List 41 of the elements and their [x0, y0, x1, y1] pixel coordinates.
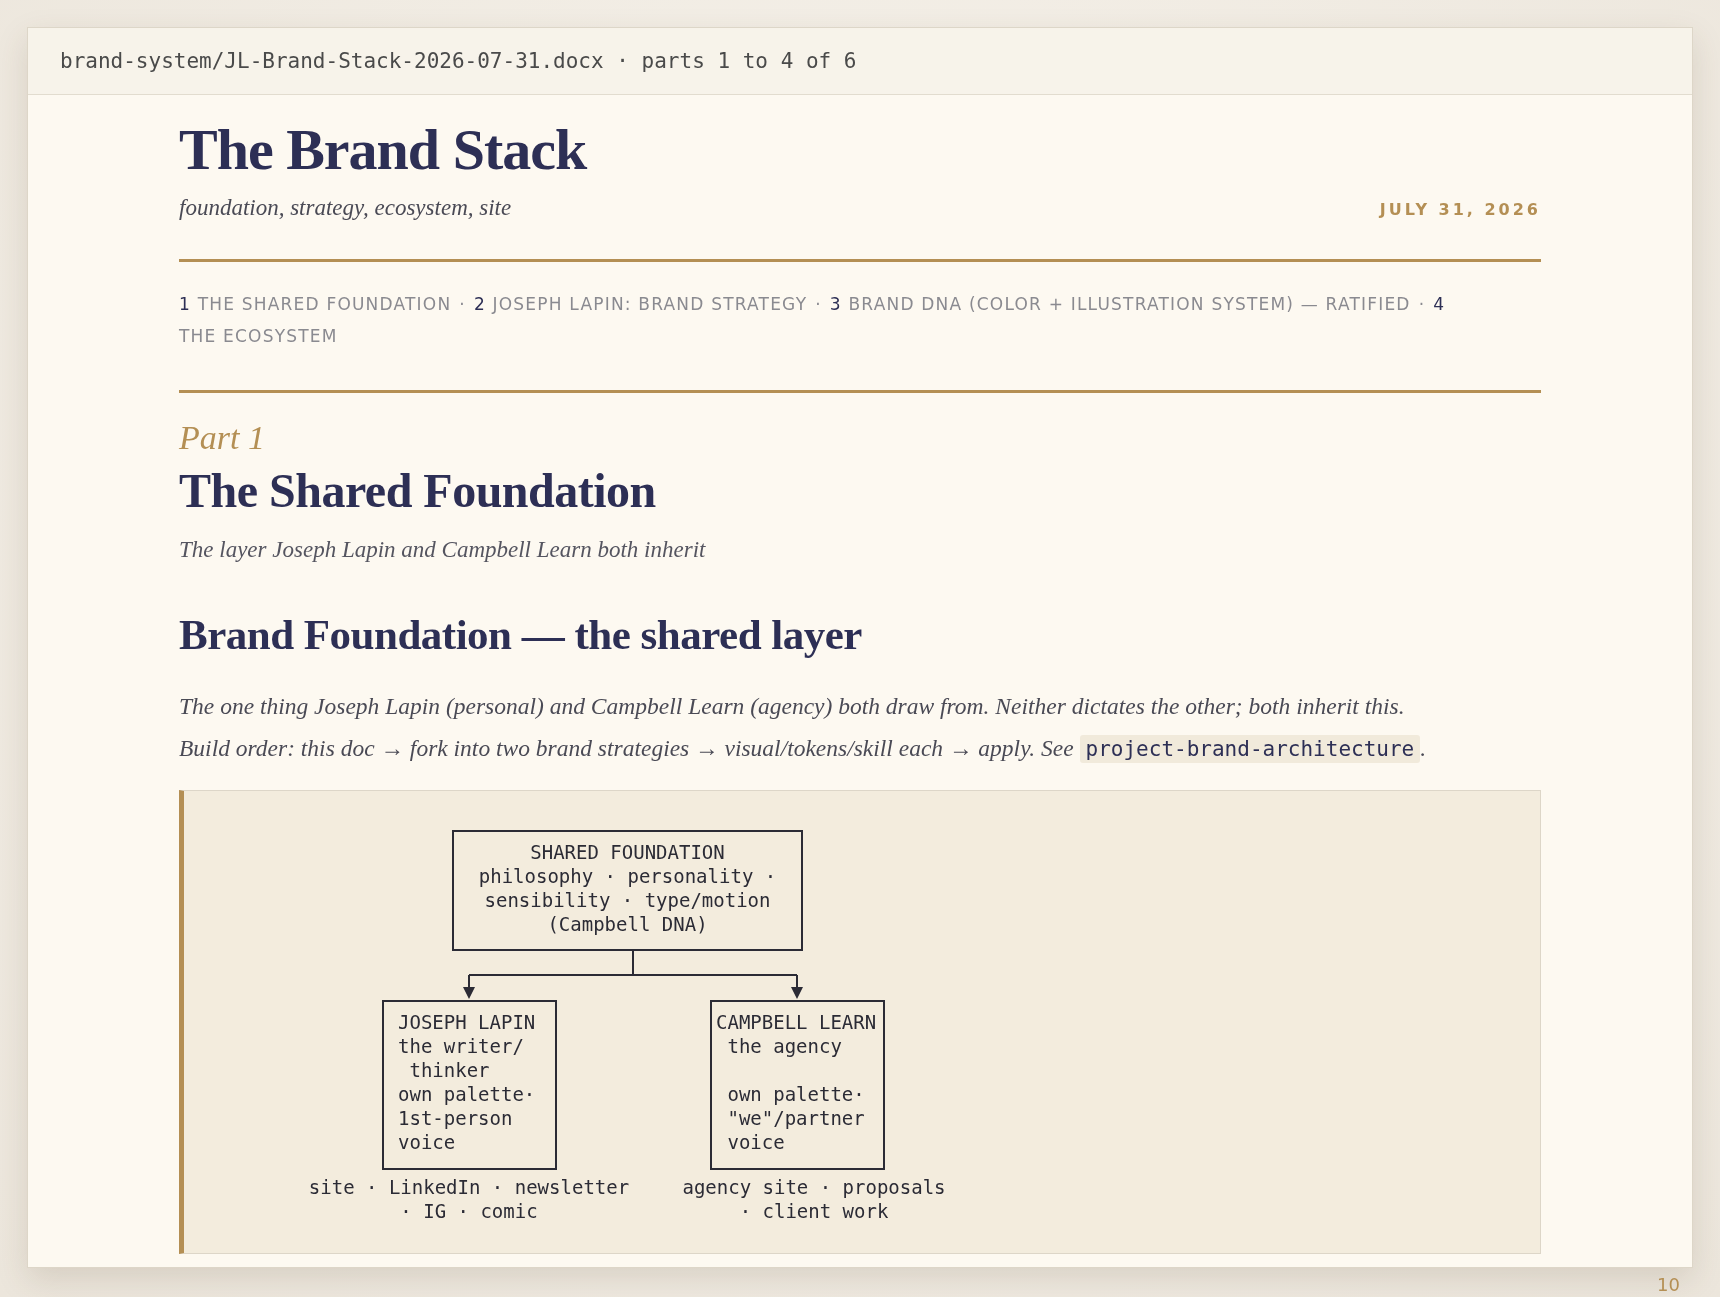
document-date: JULY 31, 2026 [1379, 200, 1541, 219]
document-subtitle: foundation, strategy, ecosystem, site [179, 195, 512, 221]
node-text: the writer/ [398, 1034, 525, 1058]
node-caption: site · LinkedIn · newsletter [307, 1175, 631, 1199]
intro-paragraph: The one thing Joseph Lapin (personal) and Campbell Learn (agency) both draw from. Neither dictates the other; both inherit this. Build order: this doc → fork into two brand strategies → visual/tokens/skill each → apply. See project-brand-architecture . [179, 692, 1428, 765]
node-caption: · client work [738, 1199, 890, 1223]
part-label: Part 1 [179, 419, 266, 457]
node-text: own palette· [726, 1082, 866, 1106]
page-number: 10 [1657, 1274, 1680, 1295]
code-link[interactable]: project-brand-architecture [1079, 735, 1421, 763]
node-text: voice [726, 1130, 786, 1154]
node-text: JOSEPH LAPIN [398, 1010, 537, 1034]
node-text: philosophy · personality · [477, 864, 778, 888]
toc-link[interactable]: THE SHARED FOUNDATION [197, 294, 452, 314]
node-text: (Campbell DNA) [546, 912, 709, 936]
node-caption: · IG · comic [399, 1199, 539, 1223]
document-title: The Brand Stack [179, 117, 589, 183]
file-path: brand-system/JL-Brand-Stack-2026-07-31.docx · parts 1 to 4 of 6 [60, 49, 857, 73]
toc-separator: · [1418, 294, 1426, 314]
part-subtitle: The layer Joseph Lapin and Campbell Learn both inherit [179, 537, 707, 563]
node-text: thinker [408, 1058, 491, 1082]
toc-number: 2 [473, 294, 486, 314]
toc-number: 4 [1433, 294, 1446, 314]
toc-link[interactable]: JOSEPH LAPIN: BRAND STRATEGY [492, 294, 808, 314]
node-text: the agency [726, 1034, 843, 1058]
node-text: 1st-person [398, 1106, 514, 1130]
section-heading: Brand Foundation — the shared layer [179, 610, 863, 660]
node-text: own palette· [398, 1082, 537, 1106]
toc-number: 1 [179, 294, 192, 314]
node-text: CAMPBELL LEARN [716, 1010, 878, 1034]
toc-separator: · [459, 294, 466, 314]
toc-link[interactable]: BRAND DNA (COLOR + ILLUSTRATION SYSTEM) — RATIFIED [848, 294, 1411, 314]
node-text: SHARED FOUNDATION [529, 840, 726, 864]
node-text: "we"/partner [726, 1106, 866, 1130]
toc-separator: · [815, 294, 822, 314]
toc-number: 3 [829, 294, 842, 314]
node-text: voice [398, 1130, 457, 1154]
toc-link[interactable]: THE ECOSYSTEM [179, 326, 338, 346]
node-text: sensibility · type/motion [483, 888, 772, 912]
node-caption: agency site · proposals [681, 1175, 947, 1199]
part-heading: The Shared Foundation [179, 463, 657, 519]
